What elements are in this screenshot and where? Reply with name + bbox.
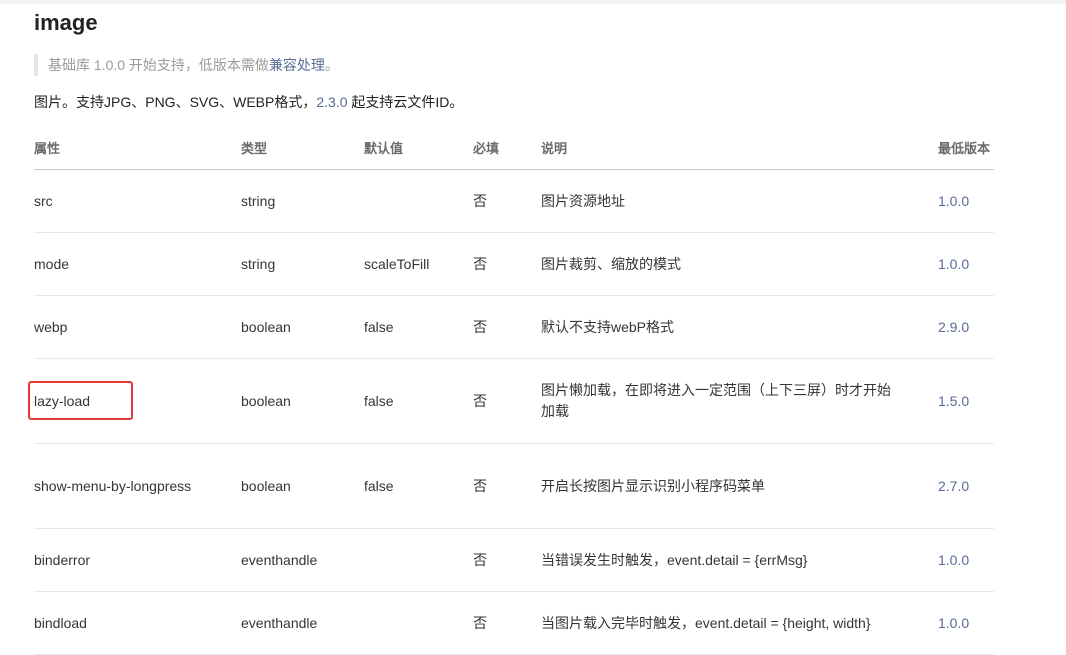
support-note: 基础库 1.0.0 开始支持，低版本需做兼容处理。 — [34, 54, 339, 76]
required-cell: 否 — [473, 551, 487, 568]
support-note-end: 。 — [324, 57, 339, 73]
default-cell — [364, 592, 469, 654]
explain-cell: 图片懒加载，在即将进入一定范围（上下三屏）时才开始加载 — [541, 382, 891, 419]
header-explain: 说明 — [541, 141, 568, 156]
header-required: 必填 — [473, 141, 500, 156]
header-attr: 属性 — [34, 141, 61, 156]
attr-cell: mode — [34, 255, 70, 272]
explain-cell: 默认不支持webP格式 — [541, 318, 675, 335]
top-divider — [0, 0, 1066, 4]
version-link[interactable]: 2.3.0 — [316, 94, 347, 110]
default-cell: false — [364, 318, 394, 335]
table-row: src string 否 图片资源地址 1.0.0 — [34, 170, 994, 233]
type-cell: boolean — [241, 477, 291, 494]
lazy-load-highlight-box — [28, 381, 133, 420]
type-cell: string — [241, 192, 276, 209]
version-cell[interactable]: 2.7.0 — [938, 444, 998, 528]
explain-cell: 开启长按图片显示识别小程序码菜单 — [541, 477, 765, 494]
support-note-text: 基础库 1.0.0 开始支持，低版本需做 — [48, 57, 269, 73]
desc-text-end: 起支持云文件ID。 — [347, 94, 464, 110]
attr-cell: webp — [34, 318, 68, 335]
table-row: bindload eventhandle 否 当图片载入完毕时触发，event.… — [34, 592, 994, 655]
header-type: 类型 — [241, 141, 268, 156]
table-row: webp boolean false 否 默认不支持webP格式 2.9.0 — [34, 296, 994, 359]
header-default: 默认值 — [364, 141, 404, 156]
required-cell: 否 — [473, 392, 487, 409]
explain-cell: 当错误发生时触发，event.detail = {errMsg} — [541, 551, 808, 568]
default-cell: false — [364, 477, 394, 494]
default-cell — [364, 170, 469, 232]
attributes-table: 属性 类型 默认值 必填 说明 最低版本 src string 否 图片资源地址… — [34, 128, 994, 655]
header-version: 最低版本 — [938, 141, 991, 156]
table-row: show-menu-by-longpress boolean false 否 开… — [34, 444, 994, 529]
table-row: binderror eventhandle 否 当错误发生时触发，event.d… — [34, 529, 994, 592]
table-row: lazy-load boolean false 否 图片懒加载，在即将进入一定范… — [34, 359, 994, 444]
version-cell[interactable]: 1.0.0 — [938, 529, 998, 591]
version-cell[interactable]: 1.5.0 — [938, 359, 998, 443]
type-cell: boolean — [241, 392, 291, 409]
default-cell — [364, 529, 469, 591]
required-cell: 否 — [473, 255, 487, 272]
attr-cell: show-menu-by-longpress — [34, 477, 192, 494]
compat-link[interactable]: 兼容处理 — [269, 57, 325, 73]
attr-cell: src — [34, 192, 53, 209]
required-cell: 否 — [473, 318, 487, 335]
default-cell: false — [364, 392, 394, 409]
table-row: mode string scaleToFill 否 图片裁剪、缩放的模式 1.0… — [34, 233, 994, 296]
explain-cell: 图片裁剪、缩放的模式 — [541, 255, 681, 272]
page-title: image — [34, 10, 98, 35]
type-cell: string — [241, 255, 276, 272]
version-cell[interactable]: 1.0.0 — [938, 233, 998, 295]
version-cell[interactable]: 2.9.0 — [938, 296, 998, 358]
type-cell: eventhandle — [241, 551, 318, 568]
table-header: 属性 类型 默认值 必填 说明 最低版本 — [34, 128, 994, 170]
required-cell: 否 — [473, 477, 487, 494]
attr-cell: bindload — [34, 614, 87, 631]
required-cell: 否 — [473, 192, 487, 209]
version-cell[interactable]: 1.0.0 — [938, 592, 998, 654]
explain-cell: 图片资源地址 — [541, 192, 625, 209]
desc-text: 图片。支持JPG、PNG、SVG、WEBP格式， — [34, 94, 317, 110]
explain-cell: 当图片载入完毕时触发，event.detail = {height, width… — [541, 614, 871, 631]
attr-cell: binderror — [34, 551, 91, 568]
version-cell[interactable]: 1.0.0 — [938, 170, 998, 232]
component-description: 图片。支持JPG、PNG、SVG、WEBP格式，2.3.0 起支持云文件ID。 — [34, 92, 463, 112]
required-cell: 否 — [473, 614, 487, 631]
default-cell: scaleToFill — [364, 255, 430, 272]
type-cell: boolean — [241, 318, 291, 335]
type-cell: eventhandle — [241, 614, 318, 631]
